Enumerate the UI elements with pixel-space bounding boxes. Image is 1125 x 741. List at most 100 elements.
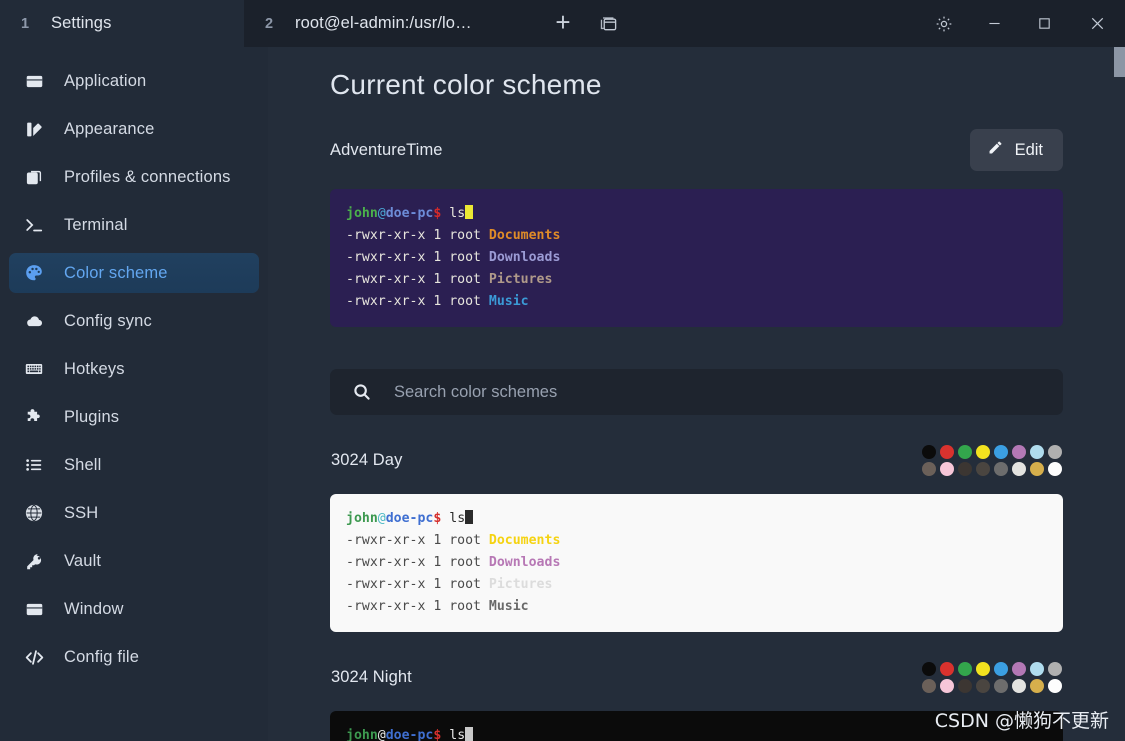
- color-swatch: [994, 662, 1008, 676]
- gear-button[interactable]: [919, 0, 969, 47]
- preview-file-row: -rwxr-xr-x 1 root Downloads: [346, 552, 1047, 574]
- window-icon: [23, 70, 45, 92]
- tab-settings[interactable]: 1 Settings: [0, 0, 244, 47]
- sidebar-item-terminal[interactable]: Terminal: [9, 205, 259, 245]
- scheme-entry-3024-day[interactable]: 3024 Day john@doe-pc$ ls -rwxr-xr-x 1 roo…: [330, 445, 1063, 632]
- sidebar-item-label: Appearance: [64, 119, 155, 138]
- preview-prompt-line: john@doe-pc$ ls: [346, 725, 1047, 741]
- palette-swatch-icon: [23, 118, 45, 140]
- prompt-host: doe-pc: [385, 728, 434, 741]
- split-pane-button[interactable]: [586, 0, 630, 47]
- search-box[interactable]: [330, 369, 1063, 415]
- preview-file-row: -rwxr-xr-x 1 root Music: [346, 596, 1047, 618]
- sidebar-item-ssh[interactable]: SSH: [9, 493, 259, 533]
- preview-prompt-line: john@doe-pc$ ls: [346, 508, 1047, 530]
- scheme-entry-3024-night[interactable]: 3024 Night john@doe-pc$ ls-rwxr-xr-x 1 r…: [330, 662, 1063, 741]
- preview-file-row: -rwxr-xr-x 1 root Downloads: [346, 247, 1047, 269]
- sidebar-item-application[interactable]: Application: [9, 61, 259, 101]
- color-swatch: [922, 445, 936, 459]
- main-scrollbar-thumb[interactable]: [1114, 47, 1125, 77]
- sidebar-item-hotkeys[interactable]: Hotkeys: [9, 349, 259, 389]
- color-swatch: [976, 445, 990, 459]
- sidebar-item-label: Config sync: [64, 311, 152, 330]
- color-swatch: [922, 462, 936, 476]
- file-name: Pictures: [488, 577, 553, 592]
- sidebar-item-config-file[interactable]: Config file: [9, 637, 259, 677]
- color-swatch: [994, 679, 1008, 693]
- color-swatch: [976, 462, 990, 476]
- tab-terminal[interactable]: 2 root@el-admin:/usr/lo…: [244, 0, 540, 47]
- color-swatch: [1048, 662, 1062, 676]
- color-swatch: [1048, 462, 1062, 476]
- sidebar-item-shell[interactable]: Shell: [9, 445, 259, 485]
- file-permissions: -rwxr-xr-x 1 root: [346, 228, 489, 243]
- prompt-at: @: [377, 206, 386, 221]
- prompt-icon: [23, 214, 45, 236]
- file-name: Documents: [488, 228, 561, 243]
- edit-button-label: Edit: [1014, 140, 1043, 159]
- file-permissions: -rwxr-xr-x 1 root: [346, 577, 489, 592]
- sidebar-item-plugins[interactable]: Plugins: [9, 397, 259, 437]
- new-tab-button[interactable]: +: [540, 0, 586, 47]
- color-swatch: [1030, 445, 1044, 459]
- preview-file-row: -rwxr-xr-x 1 root Music: [346, 291, 1047, 313]
- sidebar-item-window[interactable]: Window: [9, 589, 259, 629]
- color-swatch: [994, 462, 1008, 476]
- preview-file-row: -rwxr-xr-x 1 root Pictures: [346, 574, 1047, 596]
- scheme-header: 3024 Day: [330, 445, 1063, 476]
- file-name: Music: [488, 294, 529, 309]
- tab-title: root@el-admin:/usr/lo…: [295, 14, 472, 32]
- key-icon: [23, 550, 45, 572]
- sidebar-item-label: SSH: [64, 503, 99, 522]
- color-swatch: [1012, 462, 1026, 476]
- color-swatch: [940, 462, 954, 476]
- close-button[interactable]: [1069, 0, 1125, 47]
- sidebar-item-profiles-connections[interactable]: Profiles & connections: [9, 157, 259, 197]
- color-swatch: [1030, 679, 1044, 693]
- sidebar-item-label: Plugins: [64, 407, 120, 426]
- edit-button[interactable]: Edit: [969, 129, 1063, 171]
- sidebar-item-vault[interactable]: Vault: [9, 541, 259, 581]
- sidebar-item-color-scheme[interactable]: Color scheme: [9, 253, 259, 293]
- file-permissions: -rwxr-xr-x 1 root: [346, 294, 489, 309]
- prompt-user: john: [346, 511, 378, 526]
- sidebar-item-label: Application: [64, 71, 147, 90]
- titlebar: 1 Settings 2 root@el-admin:/usr/lo… +: [0, 0, 1125, 47]
- minimize-button[interactable]: [969, 0, 1019, 47]
- main-content: Current color scheme AdventureTime Edit …: [268, 47, 1125, 741]
- sidebar-item-appearance[interactable]: Appearance: [9, 109, 259, 149]
- color-swatch: [976, 662, 990, 676]
- color-swatch: [940, 679, 954, 693]
- color-swatch: [958, 462, 972, 476]
- sidebar: Application Appearance Profiles & connec…: [0, 47, 268, 741]
- window-icon: [23, 598, 45, 620]
- copy-icon: [23, 166, 45, 188]
- current-scheme-name: AdventureTime: [330, 140, 443, 159]
- color-swatch: [1048, 679, 1062, 693]
- file-permissions: -rwxr-xr-x 1 root: [346, 599, 489, 614]
- sidebar-item-label: Window: [64, 599, 124, 618]
- preview-prompt-line: john@doe-pc$ ls: [346, 203, 1047, 225]
- cloud-icon: [23, 310, 45, 332]
- file-permissions: -rwxr-xr-x 1 root: [346, 250, 489, 265]
- maximize-icon: [1038, 18, 1050, 29]
- tab-title: Settings: [51, 14, 112, 32]
- preview-3024-night: john@doe-pc$ ls-rwxr-xr-x 1 root Documen…: [330, 711, 1063, 741]
- file-name: Downloads: [488, 555, 561, 570]
- maximize-button[interactable]: [1019, 0, 1069, 47]
- main-scrollbar[interactable]: [1114, 47, 1125, 741]
- prompt-at: @: [377, 728, 386, 741]
- file-permissions: -rwxr-xr-x 1 root: [346, 555, 489, 570]
- sidebar-item-config-sync[interactable]: Config sync: [9, 301, 259, 341]
- list-icon: [23, 454, 45, 476]
- settings-scroll-area: Current color scheme AdventureTime Edit …: [268, 47, 1125, 741]
- sidebar-item-label: Config file: [64, 647, 140, 666]
- search-input[interactable]: [394, 382, 1041, 402]
- preview-file-row: -rwxr-xr-x 1 root Pictures: [346, 269, 1047, 291]
- app-shell: Application Appearance Profiles & connec…: [0, 47, 1125, 741]
- prompt-command: ls: [441, 511, 466, 526]
- color-swatch: [958, 679, 972, 693]
- minimize-icon: [988, 22, 1000, 25]
- file-permissions: -rwxr-xr-x 1 root: [346, 272, 489, 287]
- color-swatch: [1030, 462, 1044, 476]
